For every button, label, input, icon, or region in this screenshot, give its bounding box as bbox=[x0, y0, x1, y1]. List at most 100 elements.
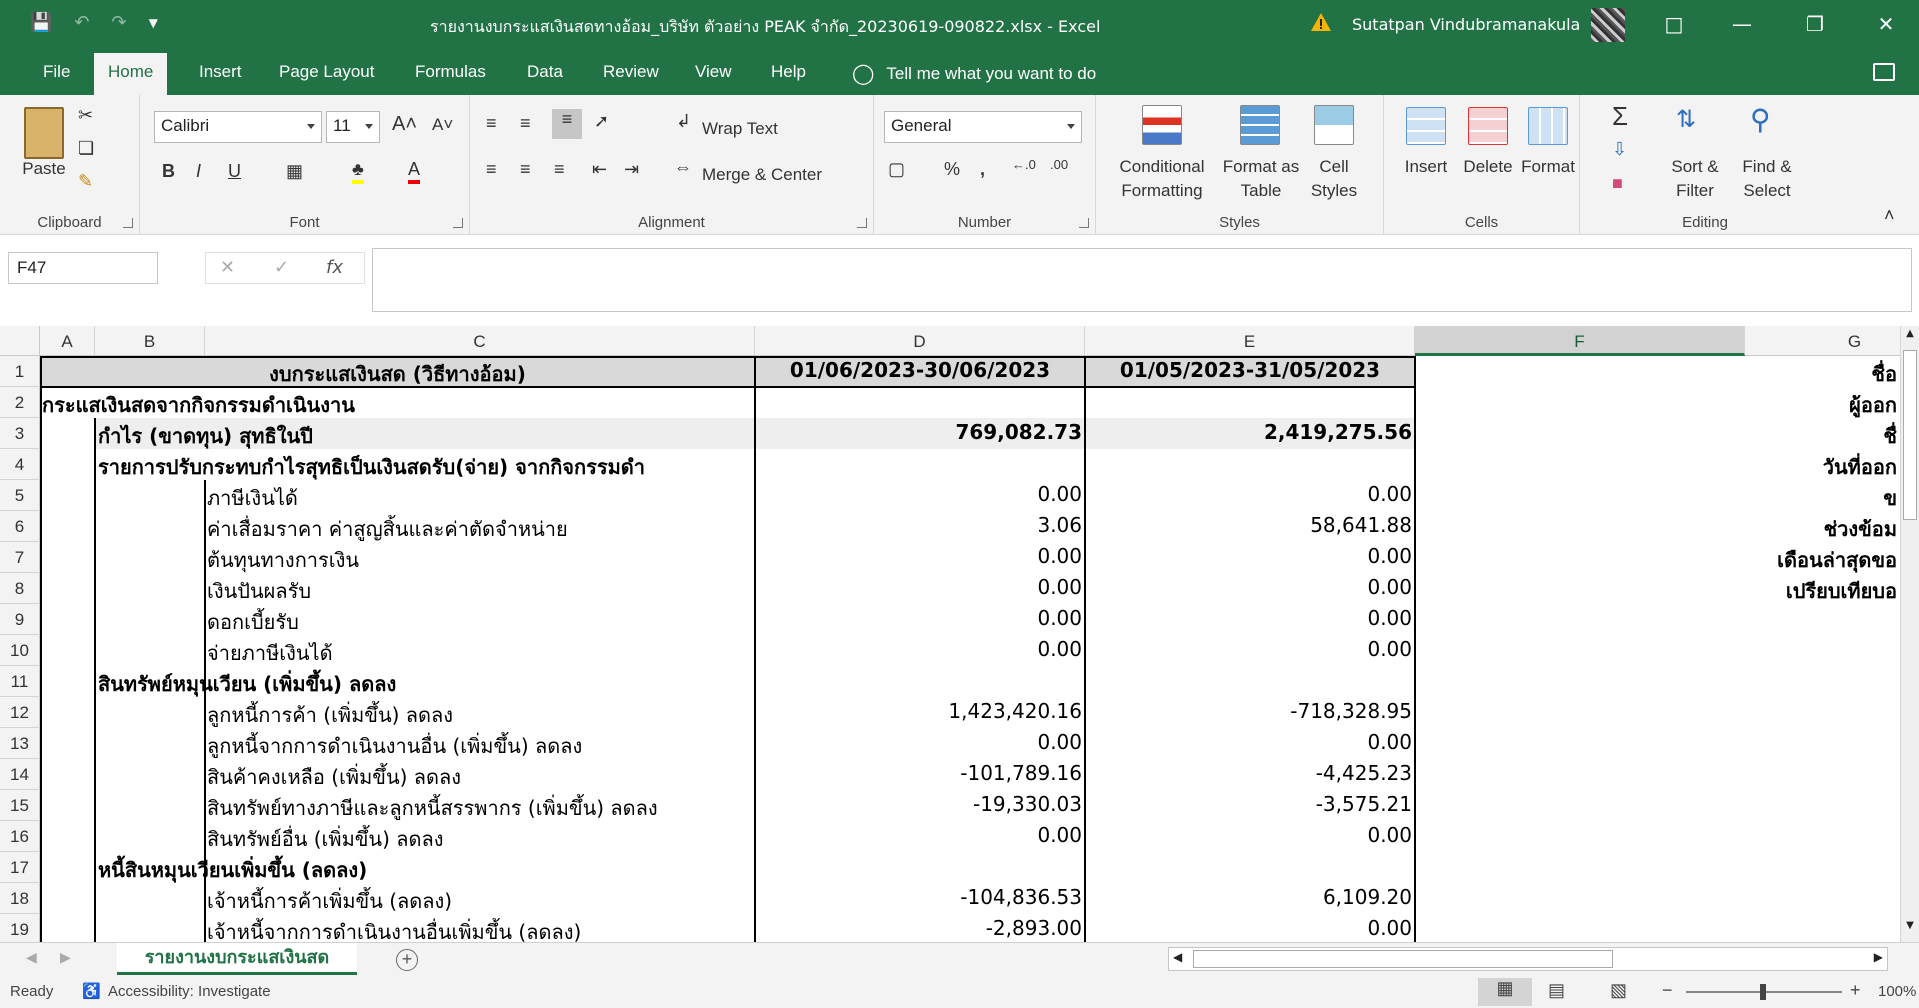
user-name[interactable]: Sutatpan Vindubramanakula bbox=[1352, 15, 1580, 34]
row-header[interactable]: 16 bbox=[0, 821, 40, 852]
accessibility-icon[interactable]: ♿ bbox=[82, 982, 101, 1000]
cell-info-label[interactable]: วันที่ออก bbox=[1745, 451, 1900, 482]
tab-view[interactable]: View bbox=[681, 53, 746, 95]
cell-value-previous[interactable]: 0.00 bbox=[1085, 606, 1415, 637]
align-right-icon[interactable]: ≡ bbox=[554, 159, 565, 180]
tell-me-box[interactable]: ◯ Tell me what you want to do bbox=[852, 61, 1096, 86]
close-icon[interactable]: ✕ bbox=[1866, 9, 1906, 39]
cell-section-label[interactable]: กระแสเงินสดจากกิจกรรมดำเนินงาน bbox=[42, 389, 755, 420]
cell-value-current[interactable]: 769,082.73 bbox=[755, 420, 1085, 451]
zoom-slider-thumb[interactable] bbox=[1760, 984, 1766, 1000]
delete-cells-button[interactable]: Delete bbox=[1460, 155, 1516, 179]
font-color-icon[interactable]: A bbox=[408, 159, 421, 184]
cell-value-previous[interactable]: 0.00 bbox=[1085, 482, 1415, 513]
scroll-left-icon[interactable]: ◀ bbox=[1173, 950, 1182, 964]
comma-style-icon[interactable]: , bbox=[980, 159, 985, 180]
font-size-dropdown[interactable]: 11 bbox=[326, 111, 380, 143]
clear-icon[interactable]: ■ bbox=[1612, 173, 1623, 194]
cell-value-current[interactable]: 0.00 bbox=[755, 730, 1085, 761]
row-header[interactable]: 7 bbox=[0, 542, 40, 573]
scroll-up-icon[interactable]: ▲ bbox=[1903, 328, 1917, 346]
italic-icon[interactable]: I bbox=[196, 161, 201, 182]
wrap-text-icon[interactable]: ↲ bbox=[676, 111, 691, 132]
cell-value-current[interactable]: 0.00 bbox=[755, 637, 1085, 668]
decrease-font-icon[interactable]: A˅ bbox=[432, 115, 453, 135]
row-header[interactable]: 4 bbox=[0, 449, 40, 480]
cell-info-label[interactable]: เดือนล่าสุดขอ bbox=[1745, 544, 1900, 575]
horizontal-scrollbar[interactable]: ◀ ▶ bbox=[1168, 947, 1888, 971]
percent-style-icon[interactable]: % bbox=[944, 159, 960, 180]
autosum-icon[interactable]: Σ bbox=[1612, 101, 1628, 132]
cell-period-previous[interactable]: 01/05/2023-31/05/2023 bbox=[1085, 358, 1415, 389]
column-header-g[interactable]: G bbox=[1745, 326, 1900, 356]
tab-formulas[interactable]: Formulas bbox=[401, 53, 500, 95]
cell-line-item[interactable]: จ่ายภาษีเงินได้ bbox=[207, 637, 755, 668]
row-header[interactable]: 5 bbox=[0, 480, 40, 511]
ribbon-display-options-icon[interactable]: □ bbox=[1654, 9, 1694, 39]
zoom-level[interactable]: 100% bbox=[1878, 983, 1916, 1000]
tab-help[interactable]: Help bbox=[757, 53, 820, 95]
save-icon[interactable]: 💾 bbox=[30, 12, 52, 33]
avatar[interactable] bbox=[1591, 8, 1625, 42]
scroll-sheets-left-icon[interactable]: ◀ bbox=[26, 949, 37, 966]
tab-page-layout[interactable]: Page Layout bbox=[265, 53, 388, 95]
new-sheet-button[interactable]: + bbox=[396, 949, 418, 971]
cell-line-item[interactable]: สินทรัพย์ทางภาษีและลูกหนี้สรรพากร (เพิ่ม… bbox=[207, 792, 755, 823]
name-box[interactable]: F47 bbox=[8, 252, 158, 284]
page-break-view-icon[interactable]: ▧ bbox=[1610, 980, 1627, 1001]
cell-line-item[interactable]: สินค้าคงเหลือ (เพิ่มขึ้น) ลดลง bbox=[207, 761, 755, 792]
cut-icon[interactable]: ✂ bbox=[78, 105, 93, 126]
cell-period-current[interactable]: 01/06/2023-30/06/2023 bbox=[755, 358, 1085, 389]
column-header-f[interactable]: F bbox=[1415, 326, 1745, 356]
font-name-dropdown[interactable]: Calibri bbox=[154, 111, 322, 143]
redo-icon[interactable]: ↷ bbox=[112, 12, 127, 33]
decrease-indent-icon[interactable]: ⇤ bbox=[592, 159, 607, 180]
insert-function-icon[interactable]: fx bbox=[326, 257, 343, 278]
paste-icon[interactable] bbox=[24, 107, 64, 159]
merge-center-icon[interactable]: ⇔ bbox=[674, 157, 692, 178]
cell-line-item[interactable]: ต้นทุนทางการเงิน bbox=[207, 544, 755, 575]
cell-line-item[interactable]: เงินปันผลรับ bbox=[207, 575, 755, 606]
cell-value-current[interactable]: 0.00 bbox=[755, 575, 1085, 606]
paste-button[interactable]: Paste bbox=[14, 157, 74, 181]
row-header[interactable]: 12 bbox=[0, 697, 40, 728]
cell-line-item[interactable]: ดอกเบี้ยรับ bbox=[207, 606, 755, 637]
cell-value-current[interactable]: 0.00 bbox=[755, 544, 1085, 575]
minimize-icon[interactable]: — bbox=[1722, 9, 1762, 39]
row-header[interactable]: 10 bbox=[0, 635, 40, 666]
vertical-scrollbar[interactable]: ▲ ▼ bbox=[1900, 326, 1919, 942]
cell-info-label[interactable]: ชื่ bbox=[1745, 420, 1900, 451]
customize-qat-icon[interactable]: ▼ bbox=[149, 16, 158, 30]
align-left-icon[interactable]: ≡ bbox=[486, 159, 497, 180]
conditional-formatting-button[interactable]: Conditional Formatting bbox=[1106, 155, 1218, 203]
formula-input[interactable] bbox=[372, 248, 1912, 312]
align-center-icon[interactable]: ≡ bbox=[520, 159, 531, 180]
zoom-in-icon[interactable]: + bbox=[1850, 980, 1861, 1001]
cell-styles-button[interactable]: Cell Styles bbox=[1304, 155, 1364, 203]
cancel-icon[interactable]: ✕ bbox=[220, 257, 235, 278]
normal-view-icon[interactable]: ▦ bbox=[1478, 978, 1532, 1006]
scroll-right-icon[interactable]: ▶ bbox=[1874, 950, 1883, 964]
row-header[interactable]: 6 bbox=[0, 511, 40, 542]
align-top-icon[interactable]: ≡ bbox=[486, 113, 497, 134]
zoom-slider[interactable] bbox=[1686, 984, 1842, 1000]
cell-styles-icon[interactable] bbox=[1314, 105, 1354, 145]
cell-value-current[interactable]: 0.00 bbox=[755, 482, 1085, 513]
insert-cells-button[interactable]: Insert bbox=[1398, 155, 1454, 179]
column-header-d[interactable]: D bbox=[755, 326, 1085, 356]
cell-section-label[interactable]: หนี้สินหมุนเวียนเพิ่มขึ้น (ลดลง) bbox=[98, 854, 755, 885]
insert-cells-icon[interactable] bbox=[1406, 107, 1446, 145]
cell-section-label[interactable]: กำไร (ขาดทุน) สุทธิในปี bbox=[98, 420, 755, 451]
cell-value-current[interactable]: -19,330.03 bbox=[755, 792, 1085, 823]
row-header[interactable]: 18 bbox=[0, 883, 40, 914]
cell-value-previous[interactable]: 0.00 bbox=[1085, 637, 1415, 668]
row-header[interactable]: 15 bbox=[0, 790, 40, 821]
number-launcher-icon[interactable] bbox=[1079, 218, 1089, 228]
increase-decimal-icon[interactable]: ←.0 bbox=[1012, 157, 1036, 172]
cell-line-item[interactable]: ลูกหนี้การค้า (เพิ่มขึ้น) ลดลง bbox=[207, 699, 755, 730]
cell-section-label[interactable]: รายการปรับกระทบกำไรสุทธิเป็นเงินสดรับ(จ่… bbox=[98, 451, 755, 482]
accounting-format-icon[interactable]: ▢ bbox=[888, 159, 905, 180]
cell-value-previous[interactable]: 0.00 bbox=[1085, 916, 1415, 942]
cell-line-item[interactable]: เจ้าหนี้จากการดำเนินงานอื่นเพิ่มขึ้น (ลด… bbox=[207, 916, 755, 942]
tab-home[interactable]: Home bbox=[94, 53, 168, 95]
